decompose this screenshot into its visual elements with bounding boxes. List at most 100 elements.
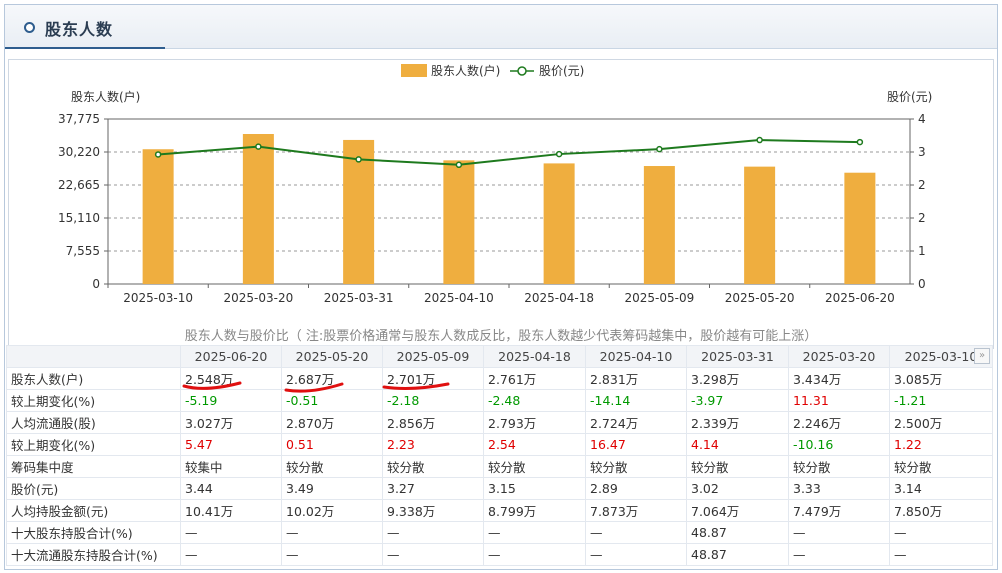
price-point — [555, 150, 563, 158]
price-point — [656, 145, 663, 153]
table-row: 人均流通股(股) 3.027万 2.870万 2.856万 2.793万 2.724万 2.… — [6, 411, 993, 434]
right-tick-label: 2 — [918, 211, 926, 225]
table-cell: 2.701万 — [382, 367, 484, 390]
table-cell: 3.434万 — [788, 367, 890, 390]
table-cell: 较集中 — [180, 455, 282, 478]
table-cell: 7.850万 — [889, 499, 993, 522]
x-tick-label: 2025-05-20 — [725, 291, 795, 305]
bar — [142, 149, 174, 284]
table-cell: 3.14 — [889, 477, 993, 500]
table-cell: 7.064万 — [686, 499, 789, 522]
column-header: 2025-04-18 — [483, 345, 586, 368]
table-cell: 16.47 — [585, 433, 687, 456]
table-cell: 2.23 — [382, 433, 484, 456]
row-label: 股价(元) — [6, 477, 181, 500]
column-header: 2025-04-10 — [585, 345, 687, 368]
table-cell: 1.22 — [889, 433, 993, 456]
price-point — [355, 156, 362, 163]
table-cell: — — [788, 521, 890, 544]
table-cell: — — [483, 543, 586, 566]
table-cell: — — [382, 521, 484, 544]
table-cell: — — [585, 543, 687, 566]
scroll-right-icon[interactable]: » — [974, 348, 990, 364]
row-label: 股东人数(户) — [6, 367, 181, 390]
x-tick-label: 2025-03-10 — [123, 291, 193, 305]
table-cell: 4.14 — [686, 433, 789, 456]
table-cell: 较分散 — [585, 455, 687, 478]
table-cell: -2.48 — [483, 389, 586, 412]
x-tick-label: 2025-03-31 — [324, 291, 394, 305]
table-cell: -1.21 — [889, 389, 993, 412]
table-cell: 2.500万 — [889, 411, 993, 434]
table-cell: 3.027万 — [180, 411, 282, 434]
table-cell: — — [281, 521, 383, 544]
x-tick-label: 2025-04-10 — [424, 291, 494, 305]
table-cell: — — [180, 521, 282, 544]
row-label: 较上期变化(%) — [6, 389, 181, 412]
table-cell: -10.16 — [788, 433, 890, 456]
table-cell: — — [889, 543, 993, 566]
table-cell: 较分散 — [686, 455, 789, 478]
x-tick-label: 2025-06-20 — [825, 291, 895, 305]
table-cell: 2.548万 — [180, 367, 282, 390]
table-row: 十大流通股东持股合计(%) — — — — —48.87— — — [6, 543, 993, 566]
row-label: 筹码集中度 — [6, 455, 181, 478]
table-cell: 3.44 — [180, 477, 282, 500]
right-tick-label: 3 — [918, 145, 926, 159]
table-row: 较上期变化(%) -5.19 -0.51 -2.18 -2.48 -14.14 -3.97 1… — [6, 389, 993, 412]
column-header: 2025-05-09 — [382, 345, 484, 368]
table-cell: — — [180, 543, 282, 566]
bar — [242, 134, 274, 284]
right-tick-label: 1 — [918, 244, 926, 258]
column-header: 2025-03-20 — [788, 345, 890, 368]
table-cell: 较分散 — [382, 455, 484, 478]
table-row: 股价(元) 3.44 3.49 3.27 3.15 2.89 3.02 3.33 3.14 — [6, 477, 993, 500]
row-label: 较上期变化(%) — [6, 433, 181, 456]
table-cell: 2.724万 — [585, 411, 687, 434]
bar — [844, 172, 876, 284]
table-cell: — — [281, 543, 383, 566]
table-cell: — — [788, 543, 890, 566]
table-cell: 较分散 — [483, 455, 586, 478]
table-cell: 7.873万 — [585, 499, 687, 522]
chart-svg: 股东人数(户) 股价(元)股东人数(户) 股价(元)0 07,555 115,110 22… — [58, 63, 932, 305]
table-cell: 5.47 — [180, 433, 282, 456]
legend-line-label: 股价(元) — [539, 64, 584, 78]
table-row: 较上期变化(%) 5.47 0.51 2.23 2.54 16.47 4.14 -10.16 1… — [6, 433, 993, 456]
left-tick-label: 37,775 — [58, 112, 100, 126]
table-cell: — — [382, 543, 484, 566]
table-cell: -0.51 — [281, 389, 383, 412]
table-cell: 2.89 — [585, 477, 687, 500]
x-tick-label: 2025-05-09 — [625, 291, 695, 305]
price-point — [255, 143, 262, 150]
table-cell: 较分散 — [281, 455, 383, 478]
table-header-row: 2025-06-20 2025-05-20 2025-05-09 2025-04-18… — [6, 345, 993, 368]
table-cell: 2.870万 — [281, 411, 383, 434]
legend-line-marker — [517, 66, 527, 76]
left-tick-label: 15,110 — [58, 211, 100, 225]
x-tick-label: 2025-03-20 — [224, 291, 294, 305]
row-label: 人均持股金额(元) — [6, 499, 181, 522]
table-cell: 8.799万 — [483, 499, 586, 522]
bar — [643, 166, 675, 284]
table-cell: 2.246万 — [788, 411, 890, 434]
table-cell: 2.54 — [483, 433, 586, 456]
table-cell: 3.49 — [281, 477, 383, 500]
table-cell: 2.761万 — [483, 367, 586, 390]
table-cell: 3.085万 — [889, 367, 993, 390]
right-tick-label: 0 — [918, 277, 926, 291]
table-cell: 较分散 — [788, 455, 890, 478]
right-axis-title: 股价(元) — [887, 90, 932, 104]
table-cell: 2.831万 — [585, 367, 687, 390]
data-table: 2025-06-20 2025-05-20 2025-05-09 2025-04-18… — [6, 345, 993, 566]
table-row: 十大股东持股合计(%) — — — — —48.87— — — [6, 521, 993, 544]
bar — [744, 166, 776, 284]
table-row: 人均持股金额(元) 10.41万 10.02万 9.338万 8.799万 7.873万 7… — [6, 499, 993, 522]
price-point — [455, 161, 463, 169]
table-row: 筹码集中度 较集中 较分散 较分散 较分散 较分散 较分散 较分散 较分散 — [6, 455, 993, 478]
row-label: 十大股东持股合计(%) — [6, 521, 181, 544]
chart-subtitle: 股东人数与股价比（ 注:股票价格通常与股东人数成反比，股东人数越少代表筹码越集中… — [184, 329, 818, 344]
row-label: 人均流通股(股) — [6, 411, 181, 434]
table-cell: 7.479万 — [788, 499, 890, 522]
left-axis-title: 股东人数(户) — [71, 89, 140, 104]
